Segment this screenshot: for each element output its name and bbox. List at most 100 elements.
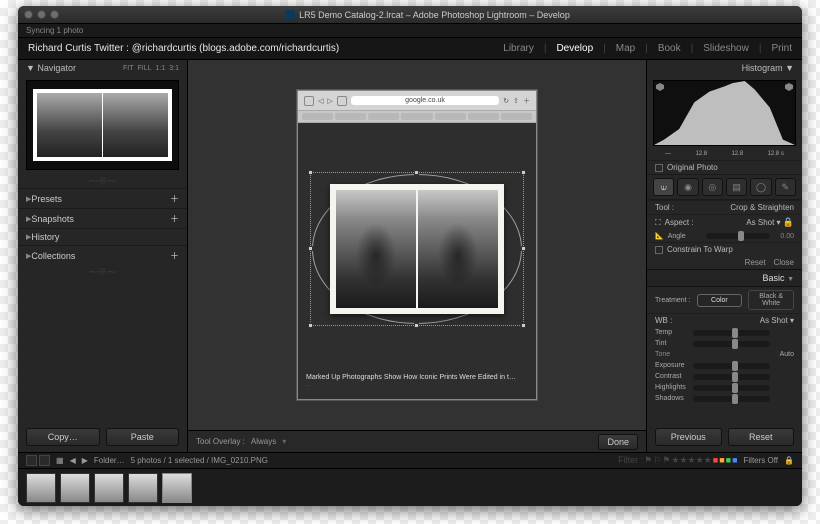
tool-close[interactable]: Close [774, 258, 794, 267]
zoom-window-button[interactable] [50, 10, 59, 19]
shadows-label: Shadows [655, 395, 689, 402]
crop-handle[interactable] [521, 170, 526, 175]
label-yellow[interactable]: ■ [719, 455, 724, 466]
previous-button[interactable]: Previous [655, 428, 722, 446]
crop-handle[interactable] [308, 170, 313, 175]
tool-reset[interactable]: Reset [745, 258, 766, 267]
paste-button[interactable]: Paste [106, 428, 180, 446]
zoom-custom[interactable]: 3:1 [169, 65, 179, 72]
flag-pick-filter[interactable]: ⚑ [644, 455, 652, 466]
basic-panel-header[interactable]: Basic ▼ [647, 269, 802, 287]
angle-slider-row[interactable]: 📐 Angle 0.00 [647, 230, 802, 242]
main-window-toggle[interactable] [26, 455, 37, 466]
back-icon: ◁ [318, 97, 323, 105]
module-slideshow[interactable]: Slideshow [703, 43, 749, 54]
zoom-fit[interactable]: FIT [123, 65, 134, 72]
crop-handle[interactable] [414, 170, 419, 175]
crop-handle[interactable] [521, 246, 526, 251]
zoom-1-1[interactable]: 1:1 [156, 65, 166, 72]
canvas[interactable]: ◁ ▷ google.co.uk ↻ ⇪ ＋ [188, 60, 646, 430]
thumb[interactable] [94, 473, 124, 503]
left-panel: ▼ Navigator FIT FILL 1:1 3:1 ⁓❊⁓ ▶Preset… [18, 60, 188, 452]
crop-handle[interactable] [414, 323, 419, 328]
crop-handle[interactable] [521, 323, 526, 328]
close-window-button[interactable] [24, 10, 33, 19]
label-green[interactable]: ■ [726, 455, 731, 466]
forward-icon: ▷ [327, 97, 332, 105]
treatment-bw[interactable]: Black & White [748, 290, 794, 310]
reset-button[interactable]: Reset [728, 428, 795, 446]
crop-frame-icon[interactable]: ⛶ [655, 218, 661, 228]
radial-tool-icon[interactable]: ◯ [750, 178, 771, 196]
thumb-selected[interactable] [162, 473, 192, 503]
spot-tool-icon[interactable]: ◉ [677, 178, 698, 196]
share-icon: ⇪ [513, 97, 519, 105]
navigator-header[interactable]: ▼ Navigator FIT FILL 1:1 3:1 [18, 60, 187, 76]
filter-lock-icon[interactable]: 🔒 [784, 456, 794, 465]
label-red[interactable]: ■ [713, 455, 718, 466]
panel-snapshots[interactable]: ▶Snapshots＋ [18, 208, 187, 228]
flag-unflag-filter[interactable]: ⚐ [653, 455, 661, 466]
panel-presets[interactable]: ▶Presets＋ [18, 188, 187, 208]
ipad-toolbar: ◁ ▷ google.co.uk ↻ ⇪ ＋ [298, 91, 536, 111]
histogram-header[interactable]: Histogram ▼ [647, 60, 802, 76]
star-filter[interactable]: ★★★★★ [671, 455, 711, 466]
treatment-color[interactable]: Color [697, 294, 743, 307]
panel-collections[interactable]: ▶Collections＋ [18, 245, 187, 265]
module-book[interactable]: Book [658, 43, 681, 54]
module-develop[interactable]: Develop [556, 43, 593, 54]
wb-row[interactable]: WB :As Shot ▾ [647, 313, 802, 327]
thumb[interactable] [26, 473, 56, 503]
crop-bounding-box[interactable] [310, 172, 524, 326]
crop-tool-icon[interactable]: ⟒ [653, 178, 674, 196]
ipad-screenshot: ◁ ▷ google.co.uk ↻ ⇪ ＋ [297, 90, 537, 400]
module-map[interactable]: Map [616, 43, 635, 54]
filters-off-button[interactable]: Filters Off [744, 456, 779, 465]
folder-path[interactable]: Folder… [94, 456, 125, 465]
done-button[interactable]: Done [598, 434, 638, 450]
shadows-slider[interactable] [693, 396, 770, 402]
auto-tone-button[interactable]: Auto [780, 351, 794, 358]
go-back-icon[interactable]: ◀ [70, 456, 76, 465]
brush-tool-icon[interactable]: ✎ [775, 178, 796, 196]
exposure-slider[interactable] [693, 363, 770, 369]
contrast-slider[interactable] [693, 374, 770, 380]
aspect-row[interactable]: ⛶Aspect : As Shot ▾ 🔒 [647, 214, 802, 230]
minimize-window-button[interactable] [37, 10, 46, 19]
lock-icon[interactable]: 🔒 [783, 217, 794, 227]
tint-slider[interactable] [693, 341, 770, 347]
original-photo-toggle[interactable]: Original Photo [647, 160, 802, 174]
panel-history[interactable]: ▶History [18, 228, 187, 245]
panel-ornament-bottom: ⁓❊⁓ [18, 265, 187, 279]
navigator-preview[interactable] [26, 80, 179, 170]
crop-handle[interactable] [308, 323, 313, 328]
temp-slider[interactable] [693, 330, 770, 336]
tool-strip: ⟒ ◉ ◎ ▤ ◯ ✎ [647, 174, 802, 200]
grid-view-icon[interactable]: ▦ [56, 456, 64, 465]
zoom-fill[interactable]: FILL [138, 65, 152, 72]
contrast-label: Contrast [655, 373, 689, 380]
angle-slider[interactable] [706, 233, 770, 239]
panel-ornament: ⁓❊⁓ [18, 174, 187, 188]
thumb[interactable] [128, 473, 158, 503]
go-forward-icon[interactable]: ▶ [82, 456, 88, 465]
highlights-slider[interactable] [693, 385, 770, 391]
module-print[interactable]: Print [771, 43, 792, 54]
copy-button[interactable]: Copy… [26, 428, 100, 446]
gradient-tool-icon[interactable]: ▤ [726, 178, 747, 196]
straighten-icon[interactable]: 📐 [655, 232, 664, 240]
filmstrip-thumbs[interactable] [18, 469, 802, 506]
reload-icon: ↻ [503, 97, 509, 105]
redeye-tool-icon[interactable]: ◎ [702, 178, 723, 196]
label-blue[interactable]: ■ [732, 455, 737, 466]
second-window-toggle[interactable] [39, 455, 50, 466]
tool-overlay-value[interactable]: Always [251, 437, 276, 446]
thumb[interactable] [60, 473, 90, 503]
module-library[interactable]: Library [503, 43, 534, 54]
constrain-warp-toggle[interactable]: Constrain To Warp [647, 242, 802, 256]
histogram[interactable] [653, 80, 796, 146]
flag-reject-filter[interactable]: ⚑ [662, 455, 670, 466]
crop-handle[interactable] [308, 246, 313, 251]
tool-name-row: Tool :Crop & Straighten [647, 200, 802, 214]
titlebar: LR5 Demo Catalog-2.lrcat – Adobe Photosh… [18, 6, 802, 24]
